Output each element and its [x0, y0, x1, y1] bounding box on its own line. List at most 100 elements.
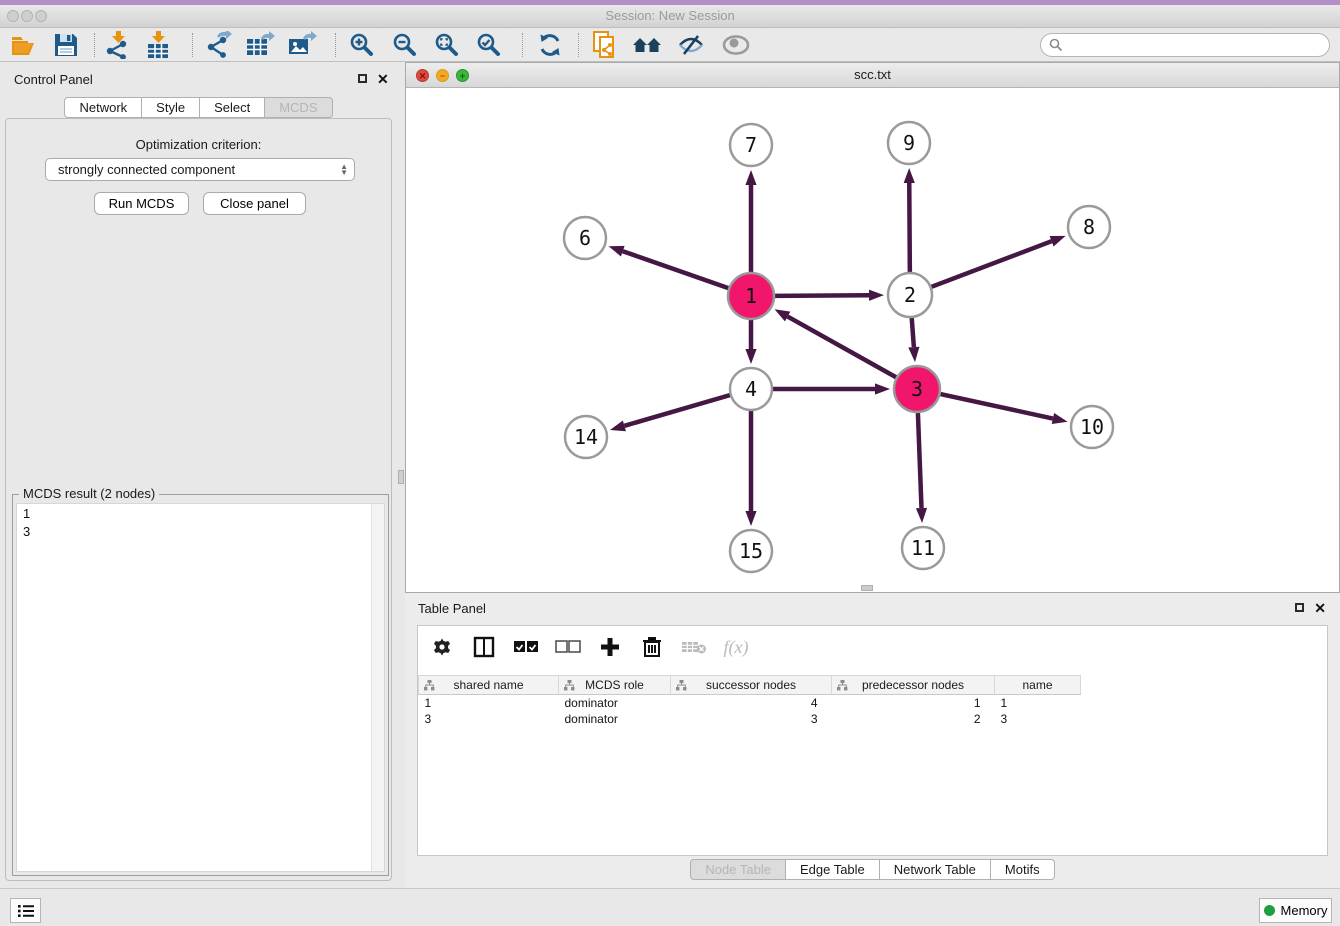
import-table-icon[interactable]: [142, 31, 174, 59]
column-header-successor-nodes[interactable]: successor nodes: [671, 676, 832, 695]
deselect-all-icon[interactable]: [554, 634, 582, 660]
tab-motifs[interactable]: Motifs: [991, 859, 1055, 880]
graph-node-10[interactable]: 10: [1071, 406, 1113, 448]
criterion-select[interactable]: strongly connected component ▲▼: [45, 158, 355, 181]
network-window-titlebar[interactable]: ✕ − + scc.txt: [406, 63, 1339, 88]
tab-style[interactable]: Style: [142, 97, 200, 118]
graph-node-8[interactable]: 8: [1068, 206, 1110, 248]
refresh-icon[interactable]: [534, 31, 566, 59]
window-close-button[interactable]: [7, 10, 19, 22]
frame-close-button[interactable]: ✕: [416, 69, 429, 82]
table-row[interactable]: 3dominator323: [419, 711, 1081, 727]
table-panel-close-button[interactable]: ✕: [1314, 602, 1326, 614]
show-graphics-icon[interactable]: [720, 31, 752, 59]
graph-edge[interactable]: [623, 251, 729, 288]
tab-network-table[interactable]: Network Table: [880, 859, 991, 880]
tab-select[interactable]: Select: [200, 97, 265, 118]
result-line: 1: [17, 504, 384, 522]
column-header-name[interactable]: name: [995, 676, 1081, 695]
tab-node-table[interactable]: Node Table: [690, 859, 786, 880]
arrowhead-icon: [610, 420, 626, 431]
graph-edge[interactable]: [912, 318, 914, 347]
graph-node-4[interactable]: 4: [730, 368, 772, 410]
table-row[interactable]: 1dominator411: [419, 695, 1081, 711]
table-panel-title: Table Panel: [418, 601, 486, 616]
graph-edge[interactable]: [940, 394, 1052, 418]
graph-node-3[interactable]: 3: [894, 366, 940, 412]
tab-edge-table[interactable]: Edge Table: [786, 859, 880, 880]
criterion-value: strongly connected component: [58, 162, 235, 177]
graph-node-7[interactable]: 7: [730, 124, 772, 166]
node-label: 3: [911, 377, 923, 401]
run-mcds-button[interactable]: Run MCDS: [94, 192, 189, 215]
zoom-selected-icon[interactable]: [473, 31, 505, 59]
arrowhead-icon: [745, 349, 756, 364]
mcds-result-group: MCDS result (2 nodes) 1 3: [12, 494, 389, 876]
gear-icon[interactable]: [428, 634, 456, 660]
graph-edge[interactable]: [775, 295, 869, 296]
vertical-splitter[interactable]: [397, 62, 405, 888]
zoom-fit-icon[interactable]: [431, 31, 463, 59]
network-window-title: scc.txt: [406, 63, 1339, 87]
graph-node-6[interactable]: 6: [564, 217, 606, 259]
splitter-handle-icon[interactable]: [398, 470, 404, 484]
column-header-mcds-role[interactable]: MCDS role: [559, 676, 671, 695]
graph-edge[interactable]: [788, 317, 896, 378]
tree-icon: [837, 680, 848, 694]
graph-node-1[interactable]: 1: [728, 273, 774, 319]
home-icon[interactable]: [631, 31, 663, 59]
frame-maximize-button[interactable]: +: [456, 69, 469, 82]
table-cell: dominator: [559, 695, 671, 711]
graph-edge[interactable]: [624, 395, 729, 426]
result-scrollbar[interactable]: [371, 504, 384, 871]
graph-edge[interactable]: [932, 241, 1052, 287]
control-panel-close-button[interactable]: ✕: [377, 73, 389, 85]
tab-network[interactable]: Network: [64, 97, 142, 118]
tab-mcds[interactable]: MCDS: [265, 97, 332, 118]
save-icon[interactable]: [50, 31, 82, 59]
horizontal-splitter-handle[interactable]: [861, 585, 873, 591]
graph-edge[interactable]: [909, 183, 910, 272]
graph-node-2[interactable]: 2: [888, 273, 932, 317]
open-folder-icon[interactable]: [8, 31, 40, 59]
graph-node-14[interactable]: 14: [565, 416, 607, 458]
column-header-predecessor-nodes[interactable]: predecessor nodes: [832, 676, 995, 695]
memory-button[interactable]: Memory: [1259, 898, 1332, 923]
zoom-in-icon[interactable]: [346, 31, 378, 59]
node-label: 4: [745, 377, 757, 401]
close-panel-button[interactable]: Close panel: [203, 192, 306, 215]
duplicate-network-icon[interactable]: [589, 31, 621, 59]
export-image-icon[interactable]: [286, 31, 318, 59]
status-bar: Memory: [0, 888, 1340, 926]
export-table-icon[interactable]: [244, 31, 276, 59]
table-cell: 1: [832, 695, 995, 711]
table-cell: 3: [671, 711, 832, 727]
window-minimize-button[interactable]: [21, 10, 33, 22]
table-tabs: Node Table Edge Table Network Table Moti…: [405, 859, 1340, 880]
frame-minimize-button[interactable]: −: [436, 69, 449, 82]
hide-style-icon[interactable]: [675, 31, 707, 59]
graph-node-15[interactable]: 15: [730, 530, 772, 572]
search-input[interactable]: [1040, 33, 1330, 57]
graph-node-11[interactable]: 11: [902, 527, 944, 569]
arrowhead-icon: [1052, 413, 1068, 424]
add-icon[interactable]: [596, 634, 624, 660]
control-panel-float-button[interactable]: [358, 74, 367, 83]
zoom-out-icon[interactable]: [389, 31, 421, 59]
graph-edge[interactable]: [918, 413, 922, 508]
table-panel-float-button[interactable]: [1295, 603, 1304, 612]
delete-icon[interactable]: [638, 634, 666, 660]
new-network-icon[interactable]: [203, 31, 235, 59]
window-zoom-button[interactable]: [35, 10, 47, 22]
column-header-shared-name[interactable]: shared name: [419, 676, 559, 695]
arrowhead-icon: [1050, 236, 1066, 247]
network-canvas[interactable]: 7 9 6 8 1 2 4 3 14 10 15 11: [406, 88, 1339, 592]
select-all-icon[interactable]: [512, 634, 540, 660]
table-cell: dominator: [559, 711, 671, 727]
import-network-icon[interactable]: [102, 31, 134, 59]
task-history-button[interactable]: [10, 898, 41, 923]
node-label: 15: [739, 539, 763, 563]
column-view-icon[interactable]: [470, 634, 498, 660]
graph-node-9[interactable]: 9: [888, 122, 930, 164]
mcds-result-textarea[interactable]: 1 3: [16, 503, 385, 872]
